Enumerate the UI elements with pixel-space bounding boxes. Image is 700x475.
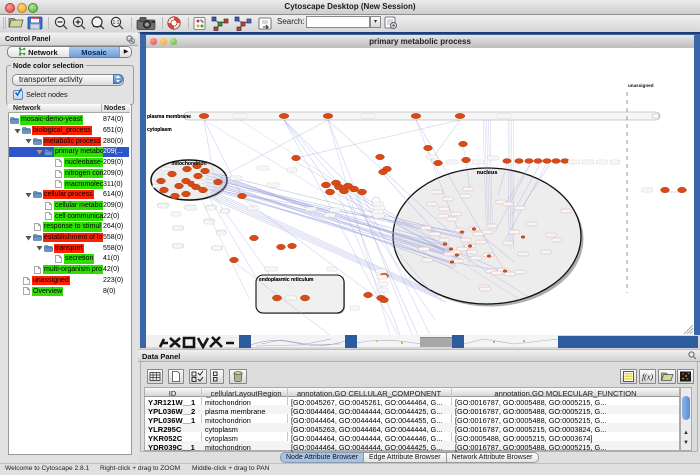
svg-text:cytoplasm: cytoplasm [147, 127, 172, 133]
svg-text:mitochondrion: mitochondrion [172, 161, 207, 167]
svg-text:endoplasmic reticulum: endoplasmic reticulum [259, 277, 314, 283]
svg-text:f(x): f(x) [642, 373, 653, 382]
svg-text:unassigned: unassigned [628, 83, 654, 88]
svg-text:1:1: 1:1 [113, 20, 120, 26]
svg-text:nucleus: nucleus [477, 170, 498, 176]
svg-text:plasma membrane: plasma membrane [147, 114, 191, 120]
